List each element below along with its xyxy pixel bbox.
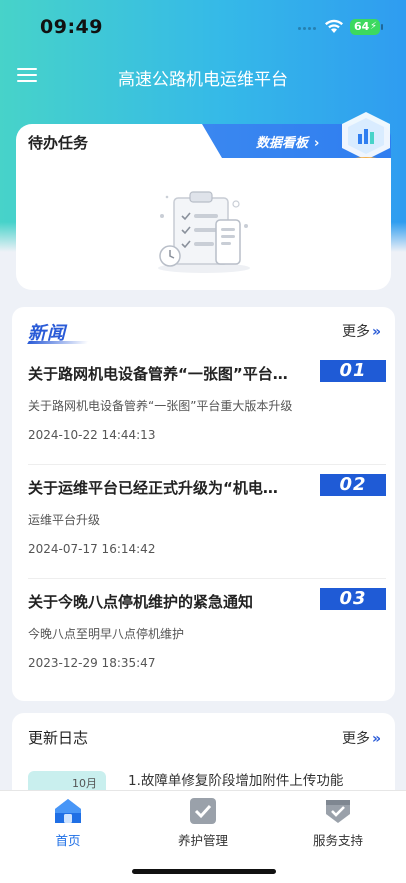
tab-home-label: 首页 (55, 833, 81, 848)
page-title: 高速公路机电运维平台 (118, 70, 288, 90)
update-log-more-label: 更多 (341, 731, 370, 747)
update-log-title: 更新日志 (28, 729, 89, 747)
support-shield-icon (326, 800, 350, 823)
home-indicator[interactable] (132, 869, 276, 874)
news-item-index-badge: 03 (320, 588, 386, 610)
tab-support-label: 服务支持 (312, 833, 363, 848)
news-card: 新闻 更多» 关于路网机电设备管养“一张图”平台… 01 关于路网机电设备管养“… (12, 307, 395, 701)
tab-support[interactable]: 服务支持 (278, 797, 398, 853)
data-dashboard-icon (342, 112, 390, 165)
news-item-title: 关于运维平台已经正式升级为“机电… (28, 479, 278, 497)
news-item-title: 关于路网机电设备管养“一张图”平台… (28, 365, 288, 383)
tab-home[interactable]: 首页 (8, 797, 128, 853)
charging-bolt-icon: ⚡ (369, 21, 377, 32)
news-title-underline (27, 341, 89, 344)
news-item[interactable]: 关于今晚八点停机维护的紧急通知 03 今晚八点至明早八点停机维护 2023-12… (28, 579, 386, 693)
home-icon (55, 799, 81, 823)
double-chevron-right-icon: » (371, 731, 381, 747)
status-bar: 09:49 64 ⚡ (0, 0, 406, 50)
tab-maintenance-label: 养护管理 (177, 833, 228, 848)
news-item[interactable]: 关于路网机电设备管养“一张图”平台… 01 关于路网机电设备管养“一张图”平台重… (28, 351, 386, 465)
news-item-description: 运维平台升级 (28, 513, 101, 527)
double-chevron-right-icon: » (371, 324, 381, 340)
news-more-label: 更多 (341, 324, 370, 340)
news-item[interactable]: 关于运维平台已经正式升级为“机电… 02 运维平台升级 2024-07-17 1… (28, 465, 386, 579)
status-time: 09:49 (40, 16, 103, 38)
news-item-date: 2024-07-17 16:14:42 (28, 542, 156, 556)
dashboard-link-label: 数据看板 (256, 136, 309, 151)
checkbox-icon (190, 798, 216, 824)
dashboard-link[interactable]: 数据看板 › (256, 132, 319, 151)
battery-level: 64 (354, 20, 370, 33)
news-item-title: 关于今晚八点停机维护的紧急通知 (28, 593, 254, 611)
todo-title: 待办任务 (28, 134, 89, 152)
news-header: 新闻 更多» (12, 307, 395, 351)
update-log-month: 10月 (72, 777, 97, 790)
update-log-more-link[interactable]: 更多» (342, 728, 381, 748)
clipboard-checklist-empty-icon (158, 191, 250, 273)
signal-dots-icon (298, 27, 318, 31)
news-item-description: 关于路网机电设备管养“一张图”平台重大版本升级 (28, 399, 293, 413)
news-item-date: 2023-12-29 18:35:47 (28, 656, 156, 670)
tab-maintenance[interactable]: 养护管理 (143, 797, 263, 853)
wifi-icon (325, 19, 343, 33)
chevron-right-icon: › (314, 136, 320, 151)
news-more-link[interactable]: 更多» (342, 321, 381, 341)
todo-card: 数据看板 › 待办任务 (16, 112, 391, 290)
update-log-entry[interactable]: 1.故障单修复阶段增加附件上传功能 (128, 769, 343, 789)
news-item-index-badge: 01 (320, 360, 386, 382)
battery-icon: 64 ⚡ (350, 19, 383, 35)
navigation-bar: 高速公路机电运维平台 (0, 56, 406, 96)
news-item-description: 今晚八点至明早八点停机维护 (28, 627, 185, 641)
news-item-index-badge: 02 (320, 474, 386, 496)
news-item-date: 2024-10-22 14:44:13 (28, 428, 156, 442)
